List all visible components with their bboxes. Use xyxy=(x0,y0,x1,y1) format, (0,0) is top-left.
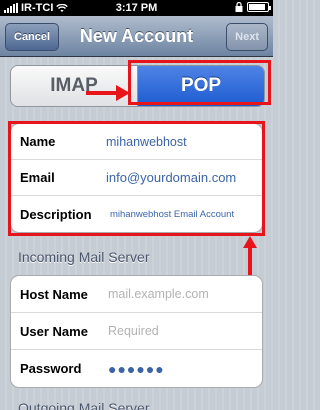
battery-icon xyxy=(247,2,271,12)
status-bar: IR-TCI 3:17 PM xyxy=(0,0,273,16)
user-name-label: User Name xyxy=(20,323,88,339)
host-name-field[interactable]: mail.example.com xyxy=(108,287,209,301)
navigation-bar: Cancel New Account Next xyxy=(0,16,273,57)
arrow-up-icon xyxy=(243,236,257,276)
password-field[interactable]: ●●●●●● xyxy=(108,361,165,377)
incoming-server-group: Host Name mail.example.com User Name Req… xyxy=(10,275,263,388)
next-button[interactable]: Next xyxy=(226,23,268,51)
battery-fill xyxy=(249,4,266,10)
pop-highlight-box xyxy=(128,60,271,105)
host-name-label: Host Name xyxy=(20,286,88,302)
account-highlight-box xyxy=(8,121,265,236)
incoming-server-header: Incoming Mail Server xyxy=(18,249,150,265)
password-label: Password xyxy=(20,361,82,376)
password-row[interactable]: Password ●●●●●● xyxy=(11,350,262,387)
user-name-field[interactable]: Required xyxy=(108,324,159,338)
outgoing-server-header: Outgoing Mail Server xyxy=(18,400,150,410)
battery-group xyxy=(235,2,271,12)
arrow-right-icon xyxy=(86,85,130,101)
user-name-row[interactable]: User Name Required xyxy=(11,313,262,350)
host-name-row[interactable]: Host Name mail.example.com xyxy=(11,276,262,313)
lock-icon xyxy=(235,2,243,12)
status-time: 3:17 PM xyxy=(115,2,158,14)
